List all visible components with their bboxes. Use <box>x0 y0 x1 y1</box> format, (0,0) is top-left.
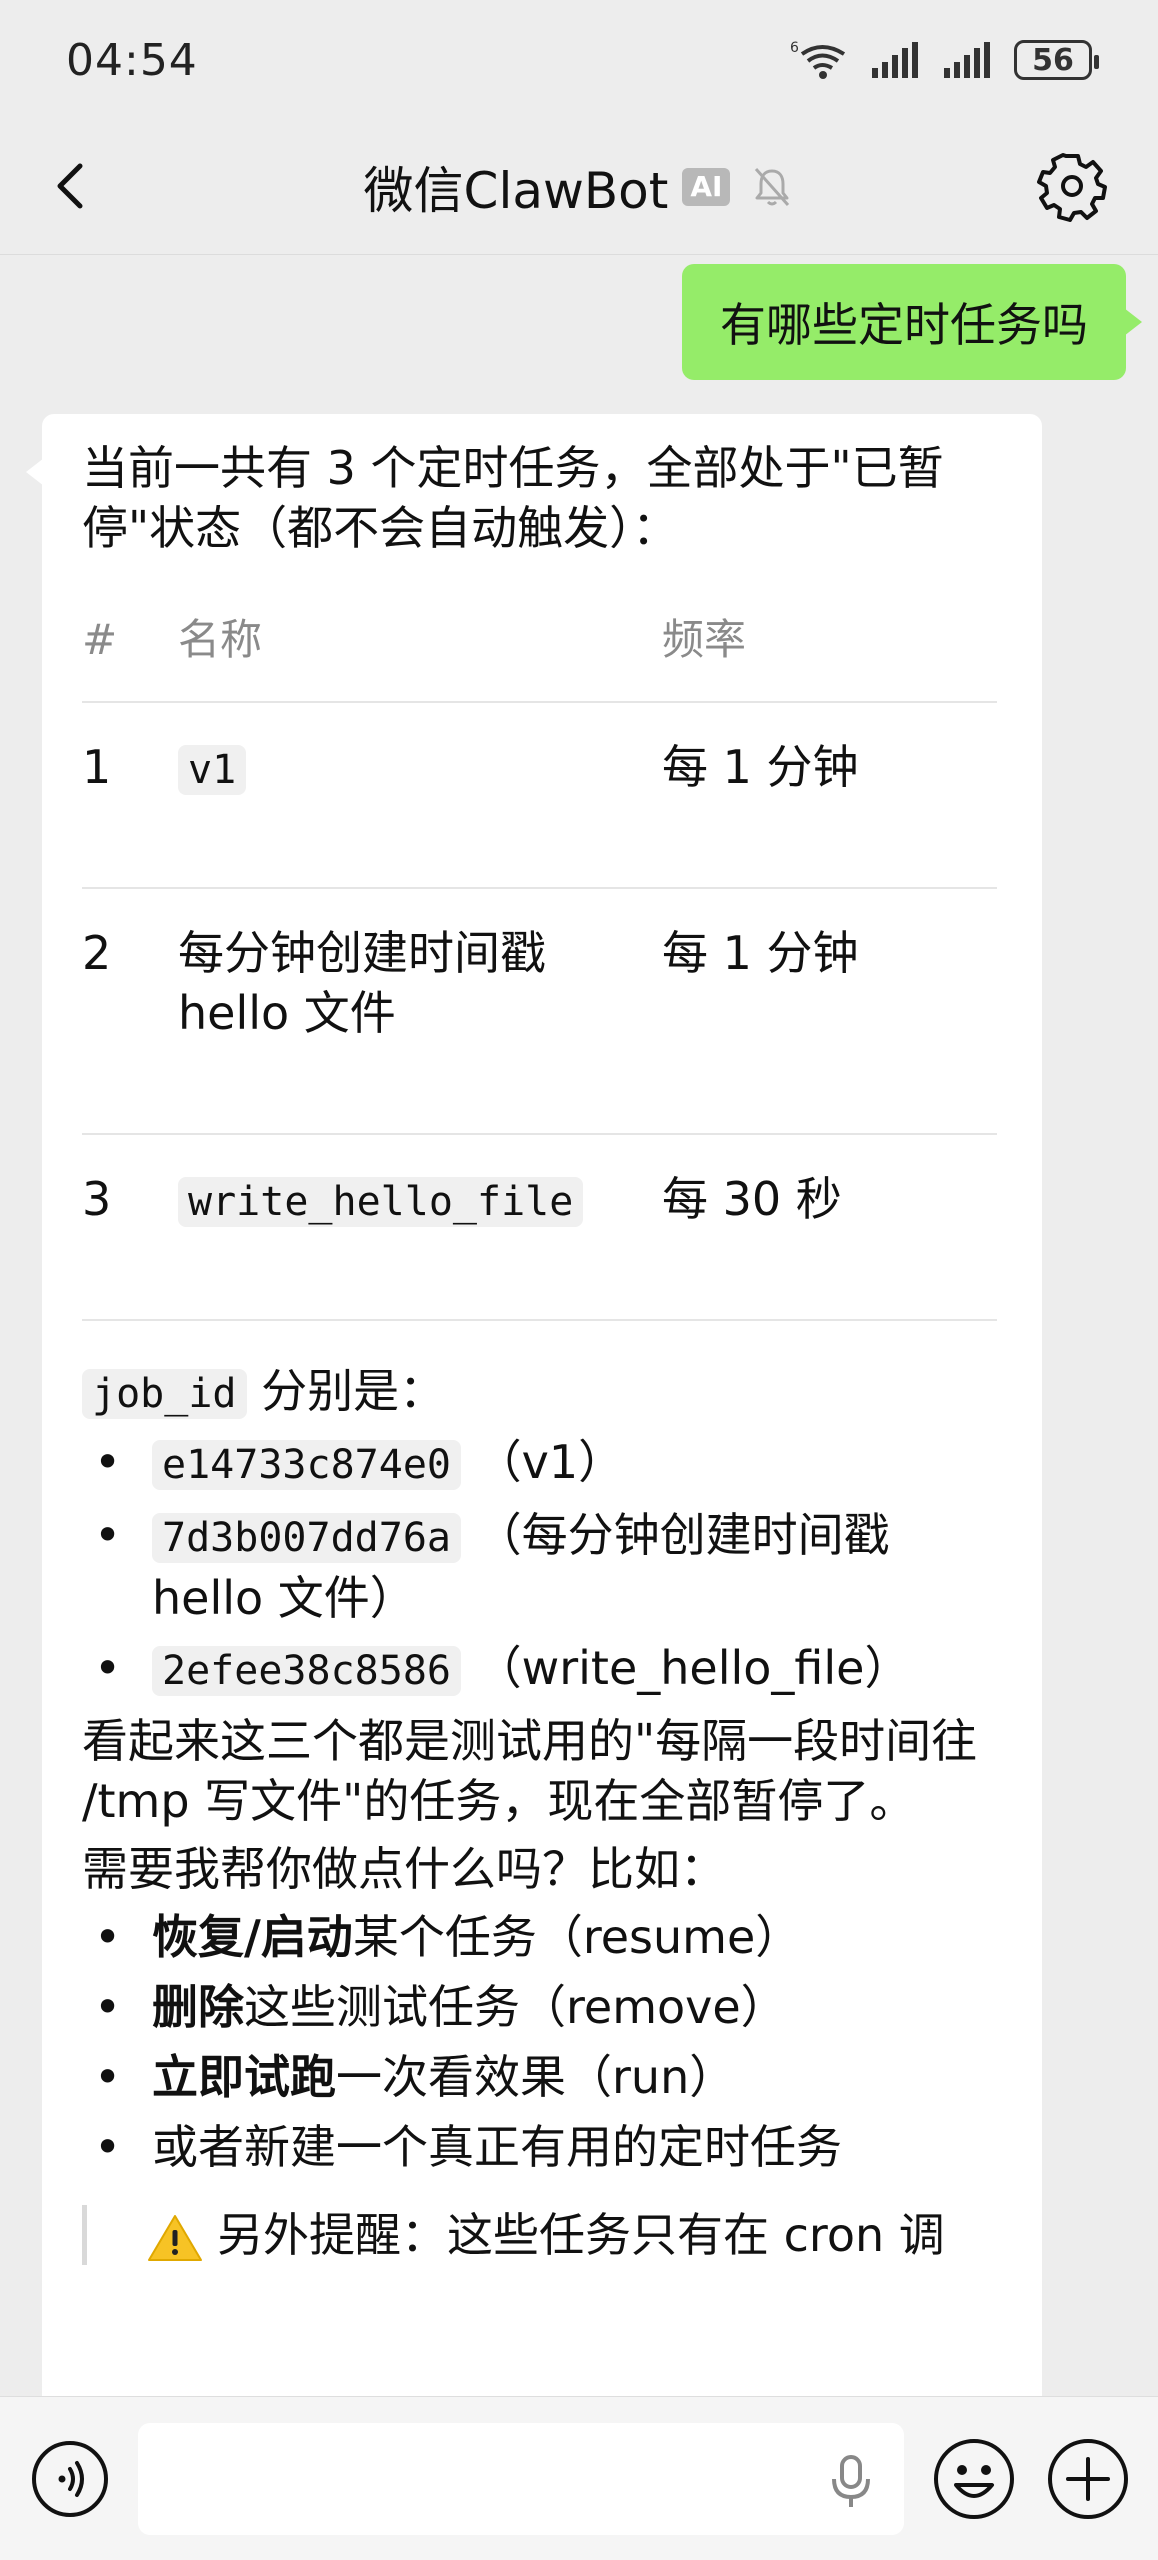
chat-area[interactable]: 有哪些定时任务吗 当前一共有 3 个定时任务，全部处于"已暂停"状态（都不会自动… <box>0 256 1158 2396</box>
list-item: 7d3b007dd76a （每分钟创建时间戳 hello 文件） <box>82 1505 1002 1628</box>
job-id-heading-suffix: 分别是： <box>246 1364 446 1418</box>
plus-icon[interactable] <box>1046 2437 1130 2521</box>
bot-message-bubble[interactable]: 当前一共有 3 个定时任务，全部处于"已暂停"状态（都不会自动触发）： # 名称… <box>26 414 1042 2396</box>
job-id-list: e14733c874e0 （v1） 7d3b007dd76a （每分钟创建时间戳… <box>82 1432 1002 1701</box>
table-header-row: # 名称 频率 <box>82 578 997 703</box>
row-name-code: v1 <box>178 745 247 795</box>
job-id-desc: （v1） <box>475 1435 625 1489</box>
row-number: 3 <box>82 1134 178 1321</box>
list-item: 删除这些测试任务（remove） <box>82 1977 1002 2037</box>
job-id-value[interactable]: 7d3b007dd76a <box>152 1513 461 1563</box>
row-frequency: 每 1 分钟 <box>662 888 997 1135</box>
table-row: 3 write_hello_file 每 30 秒 <box>82 1134 997 1321</box>
row-name: v1 <box>178 702 662 889</box>
microphone-icon[interactable] <box>826 2453 876 2509</box>
job-id-desc: （write_hello_file） <box>475 1641 911 1695</box>
chat-title: 微信ClawBot <box>363 162 669 220</box>
ask-text: 需要我帮你做点什么吗？比如： <box>82 1842 726 1896</box>
option-rest: 这些测试任务（remove） <box>244 1980 787 2034</box>
back-icon[interactable] <box>42 156 102 216</box>
ai-badge: AI <box>682 168 731 206</box>
option-rest: 一次看效果（run） <box>336 2050 736 2104</box>
list-item: 恢复/启动某个任务（resume） <box>82 1907 1002 1967</box>
list-item: 立即试跑一次看效果（run） <box>82 2047 1002 2107</box>
user-message-text: 有哪些定时任务吗 <box>720 298 1088 352</box>
status-icons: 6 56 <box>788 38 1099 82</box>
option-bold: 恢复/启动 <box>152 1910 353 1964</box>
table-row: 2 每分钟创建时间戳 hello 文件 每 1 分钟 <box>82 888 997 1135</box>
summary-text: 看起来这三个都是测试用的"每隔一段时间往 /tmp 写文件"的任务，现在全部暂停… <box>82 1714 978 1828</box>
row-frequency: 每 1 分钟 <box>662 702 997 889</box>
header-number: # <box>82 578 178 703</box>
warning-icon <box>148 2215 202 2261</box>
wifi-icon: 6 <box>790 40 846 79</box>
nav-bar: 微信ClawBot AI <box>0 120 1158 255</box>
job-id-value[interactable]: e14733c874e0 <box>152 1440 461 1490</box>
user-message-bubble[interactable]: 有哪些定时任务吗 <box>682 264 1142 380</box>
list-item: 2efee38c8586 （write_hello_file） <box>82 1638 1002 1701</box>
row-name: 每分钟创建时间戳 hello 文件 <box>178 888 662 1135</box>
nav-title-group: 微信ClawBot AI <box>364 151 795 223</box>
message-input[interactable] <box>138 2423 904 2535</box>
job-id-value[interactable]: 2efee38c8586 <box>152 1646 461 1696</box>
table-row: 1 v1 每 1 分钟 <box>82 702 997 889</box>
header-name: 名称 <box>178 578 662 703</box>
option-rest: 某个任务（resume） <box>352 1910 802 1964</box>
muted-bell-icon <box>755 168 790 206</box>
option-rest: 或者新建一个真正有用的定时任务 <box>152 2120 842 2174</box>
row-number: 1 <box>82 702 178 889</box>
battery-level: 56 <box>1032 42 1074 78</box>
row-name-code: write_hello_file <box>178 1177 584 1227</box>
voice-mode-icon[interactable] <box>30 2439 110 2519</box>
row-frequency: 每 30 秒 <box>662 1134 997 1321</box>
header-frequency: 频率 <box>662 578 997 703</box>
signal-icon-2 <box>944 42 990 78</box>
notice-text: 另外提醒：这些任务只有在 cron 调 <box>217 2208 945 2262</box>
notice-blockquote: 另外提醒：这些任务只有在 cron 调 <box>82 2205 1002 2265</box>
battery-indicator: 56 <box>1014 40 1099 80</box>
option-bold: 删除 <box>152 1980 244 2034</box>
bot-intro-text: 当前一共有 3 个定时任务，全部处于"已暂停"状态（都不会自动触发）： <box>82 441 944 555</box>
job-id-code: job_id <box>82 1369 247 1419</box>
row-name: write_hello_file <box>178 1134 662 1321</box>
option-bold: 立即试跑 <box>152 2050 336 2104</box>
settings-gear-icon[interactable] <box>1036 150 1108 222</box>
emoji-icon[interactable] <box>932 2437 1016 2521</box>
list-item: e14733c874e0 （v1） <box>82 1432 1002 1495</box>
status-bar: 04:54 6 56 <box>0 0 1158 120</box>
wifi-sup-text: 6 <box>790 40 799 56</box>
signal-icon <box>872 42 918 78</box>
options-list: 恢复/启动某个任务（resume） 删除这些测试任务（remove） 立即试跑一… <box>82 1907 1002 2177</box>
list-item: 或者新建一个真正有用的定时任务 <box>82 2117 1002 2177</box>
input-bar <box>0 2396 1158 2560</box>
status-time: 04:54 <box>66 34 198 86</box>
row-number: 2 <box>82 888 178 1135</box>
job-id-heading: job_id 分别是： <box>82 1361 1002 1424</box>
jobs-table: # 名称 频率 1 v1 每 1 分钟 2 每分钟创建时间戳 hello 文件 … <box>82 578 997 1321</box>
